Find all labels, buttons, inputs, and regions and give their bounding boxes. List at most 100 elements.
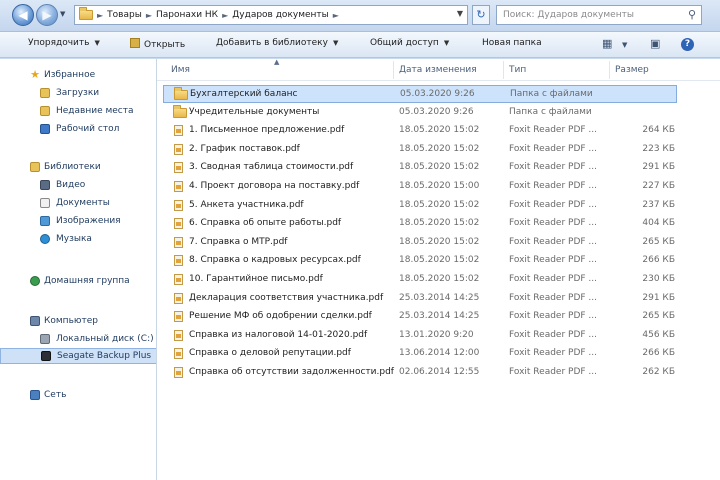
file-row[interactable]: 3. Сводная таблица стоимости.pdf 18.05.20…: [163, 159, 677, 177]
folder-row[interactable]: Учредительные документы 05.03.2020 9:26 Па…: [163, 104, 677, 122]
nav-item-local-disk[interactable]: Локальный диск (C:): [0, 331, 156, 347]
chevron-right-icon[interactable]: ►: [222, 11, 228, 20]
folder-row[interactable]: Бухгалтерский баланс 05.03.2020 9:26 Папка…: [163, 85, 677, 103]
file-size: 237 КБ: [642, 199, 675, 210]
chevron-right-icon[interactable]: ►: [97, 11, 103, 20]
nav-item-music[interactable]: Музыка: [0, 231, 156, 247]
file-size: 223 КБ: [642, 143, 675, 154]
external-drive-icon: [41, 351, 51, 361]
new-folder-button[interactable]: Новая папка: [482, 38, 542, 48]
nav-item-pictures[interactable]: Изображения: [0, 213, 156, 229]
file-name: 7. Справка о МТР.pdf: [189, 236, 288, 247]
file-type: Foxit Reader PDF ...: [509, 329, 597, 340]
nav-item-label: Документы: [56, 198, 110, 208]
pdf-file-icon: [174, 199, 183, 211]
file-date-modified: 18.05.2020 15:02: [399, 274, 480, 284]
new-folder-label: Новая папка: [482, 38, 542, 48]
refresh-button[interactable]: ↻: [472, 5, 490, 25]
network-icon: [30, 390, 40, 400]
file-row[interactable]: Справка из налоговой 14-01-2020.pdf 13.01…: [163, 327, 677, 345]
nav-network[interactable]: Сеть: [0, 387, 156, 403]
file-name: Бухгалтерский баланс: [190, 89, 298, 99]
nav-item-recent-places[interactable]: Недавние места: [0, 103, 156, 119]
folder-icon: [173, 104, 187, 118]
open-button[interactable]: Открыть: [130, 38, 185, 50]
file-type: Foxit Reader PDF ...: [509, 367, 597, 377]
file-date-modified: 25.03.2014 14:25: [399, 311, 480, 322]
file-size: 265 КБ: [642, 311, 675, 322]
file-name: 4. Проект договора на поставку.pdf: [189, 181, 360, 191]
file-name: Справка из налоговой 14-01-2020.pdf: [189, 329, 368, 340]
nav-computer[interactable]: Компьютер: [0, 313, 156, 329]
address-dropdown-icon[interactable]: ▼: [457, 9, 463, 18]
file-row[interactable]: Решение МФ об одобрении сделки.pdf 25.03.…: [163, 308, 677, 326]
column-header-type[interactable]: Тип: [509, 65, 526, 75]
pdf-file-icon: [174, 218, 183, 230]
file-row[interactable]: Справка об отсутствии задолженности.pdf 0…: [163, 364, 677, 382]
file-date-modified: 18.05.2020 15:02: [399, 125, 480, 136]
file-type: Foxit Reader PDF ...: [509, 292, 597, 303]
recent-pages-dropdown-icon[interactable]: ▼: [60, 10, 65, 18]
search-input[interactable]: Поиск: Дударов документы ⚲: [496, 5, 702, 25]
chevron-down-icon: ▼: [443, 39, 450, 47]
nav-item-documents[interactable]: Документы: [0, 195, 156, 211]
nav-item-desktop[interactable]: Рабочий стол: [0, 121, 156, 137]
chevron-right-icon[interactable]: ►: [146, 11, 152, 20]
file-date-modified: 05.03.2020 9:26: [399, 106, 474, 117]
chevron-down-icon[interactable]: ▼: [622, 41, 627, 49]
organize-button[interactable]: Упорядочить ▼: [28, 38, 100, 48]
file-type: Foxit Reader PDF ...: [509, 311, 597, 322]
column-header-size[interactable]: Размер: [615, 65, 649, 75]
column-divider[interactable]: [503, 61, 504, 79]
nav-item-label: Недавние места: [56, 106, 134, 116]
column-divider[interactable]: [609, 61, 610, 79]
file-row[interactable]: 6. Справка об опыте работы.pdf 18.05.2020…: [163, 215, 677, 233]
file-row[interactable]: Справка о деловой репутации.pdf 13.06.201…: [163, 345, 677, 363]
file-size: 227 КБ: [642, 181, 675, 191]
nav-libraries[interactable]: Библиотеки: [0, 159, 156, 175]
file-row[interactable]: 1. Письменное предложение.pdf 18.05.2020 …: [163, 122, 677, 140]
search-icon[interactable]: ⚲: [688, 6, 696, 24]
forward-button[interactable]: ▶: [36, 4, 58, 26]
file-size: 230 КБ: [642, 274, 675, 284]
address-bar[interactable]: ► Товары ► Паронахи НК ► Дударов докумен…: [74, 5, 468, 25]
add-to-library-label: Добавить в библиотеку: [216, 38, 328, 48]
chevron-right-icon[interactable]: ►: [333, 11, 339, 20]
sort-indicator-icon: ▲: [274, 58, 280, 66]
nav-item-label: Seagate Backup Plus: [57, 351, 152, 361]
file-row[interactable]: 8. Справка о кадровых ресурсах.pdf 18.05.…: [163, 252, 677, 270]
help-icon[interactable]: ?: [681, 38, 694, 51]
file-row[interactable]: 4. Проект договора на поставку.pdf 18.05.…: [163, 178, 677, 196]
nav-homegroup[interactable]: Домашняя группа: [0, 273, 156, 289]
column-header-date[interactable]: Дата изменения: [399, 65, 477, 75]
preview-pane-icon[interactable]: ▣: [650, 37, 660, 50]
pictures-library-icon: [40, 216, 50, 226]
file-type: Foxit Reader PDF ...: [509, 199, 597, 210]
nav-item-video[interactable]: Видео: [0, 177, 156, 193]
nav-item-downloads[interactable]: Загрузки: [0, 85, 156, 101]
file-row[interactable]: 7. Справка о МТР.pdf 18.05.2020 15:02 Foxi…: [163, 234, 677, 252]
file-date-modified: 18.05.2020 15:02: [399, 218, 480, 229]
nav-item-external-drive[interactable]: Seagate Backup Plus: [0, 348, 156, 364]
nav-favorites[interactable]: ★ Избранное: [0, 67, 156, 83]
navigation-pane: ★ Избранное Загрузки Недавние места Рабо…: [0, 59, 157, 480]
view-options-icon[interactable]: ▦: [602, 37, 612, 50]
share-button[interactable]: Общий доступ ▼: [370, 38, 449, 48]
add-to-library-button[interactable]: Добавить в библиотеку ▼: [216, 38, 338, 48]
column-divider[interactable]: [393, 61, 394, 79]
file-row[interactable]: Декларация соответствия участника.pdf 25.…: [163, 290, 677, 308]
back-button[interactable]: ◀: [12, 4, 34, 26]
nav-item-label: Рабочий стол: [56, 124, 120, 134]
file-row[interactable]: 10. Гарантийное письмо.pdf 18.05.2020 15:…: [163, 271, 677, 289]
column-header-name[interactable]: Имя: [171, 65, 190, 75]
nav-network-label: Сеть: [44, 390, 67, 400]
breadcrumb-item[interactable]: Товары: [107, 10, 142, 20]
breadcrumb-item[interactable]: Паронахи НК: [156, 10, 218, 20]
file-row[interactable]: 5. Анкета участника.pdf 18.05.2020 15:02 F…: [163, 197, 677, 215]
breadcrumb-item[interactable]: Дударов документы: [232, 10, 329, 20]
file-type: Foxit Reader PDF ...: [509, 181, 597, 191]
file-row[interactable]: 2. График поставок.pdf 18.05.2020 15:02 Fo…: [163, 141, 677, 159]
file-size: 456 КБ: [642, 329, 675, 340]
file-name: 3. Сводная таблица стоимости.pdf: [189, 162, 354, 173]
chevron-down-icon: ▼: [332, 39, 339, 47]
